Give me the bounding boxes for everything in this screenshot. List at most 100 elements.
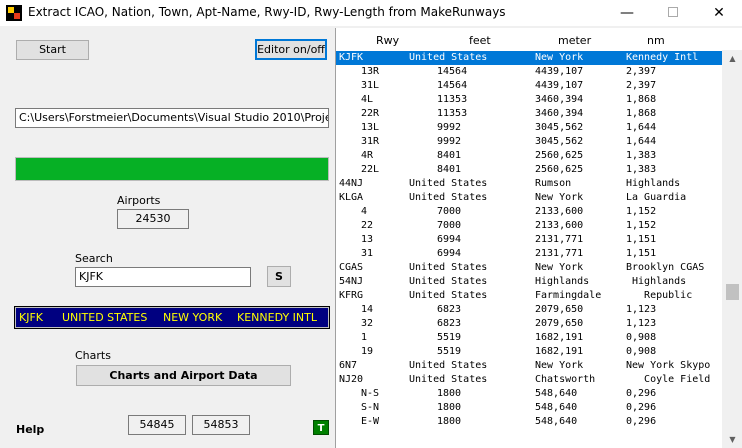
airports-label: Airports [117, 194, 161, 207]
airport-row[interactable]: KLGA United States New York La Guardia [336, 191, 722, 205]
runway-row[interactable]: 13L 9992 3045,562 1,644 [336, 121, 722, 135]
charts-button[interactable]: Charts and Airport Data [76, 365, 291, 386]
cell-meter: 2133,600 [535, 206, 584, 217]
scroll-up-icon[interactable]: ▲ [722, 50, 742, 67]
cell-icao: 6N7 [339, 360, 358, 371]
cell-meter: 3460,394 [535, 108, 584, 119]
cell-feet: 7000 [437, 206, 462, 217]
path-field[interactable]: C:\Users\Forstmeier\Documents\Visual Stu… [15, 108, 329, 128]
cell-nation: United States [409, 262, 488, 273]
cell-meter: 2131,771 [535, 234, 584, 245]
cell-feet: 6994 [437, 234, 462, 245]
runway-row[interactable]: 32 6823 2079,650 1,123 [336, 317, 722, 331]
cell-nm: 0,296 [626, 402, 657, 413]
cell-name: Republic [626, 290, 693, 301]
search-label: Search [75, 252, 113, 265]
runway-row[interactable]: 19 5519 1682,191 0,908 [336, 345, 722, 359]
cell-rwy: 4L [361, 94, 374, 105]
cell-rwy: 4R [361, 150, 374, 161]
runway-row[interactable]: 22R 11353 3460,394 1,868 [336, 107, 722, 121]
selected-name: KENNEDY INTL [237, 311, 317, 324]
runway-row[interactable]: 13R 14564 4439,107 2,397 [336, 65, 722, 79]
header-meter: meter [558, 34, 592, 47]
cell-meter: 548,640 [535, 402, 578, 413]
cell-nm: 1,152 [626, 206, 657, 217]
runway-row[interactable]: 22L 8401 2560,625 1,383 [336, 163, 722, 177]
cell-rwy: 22R [361, 108, 380, 119]
cell-town: New York [535, 262, 584, 273]
maximize-button[interactable] [650, 0, 696, 26]
minimize-button[interactable]: — [604, 0, 650, 26]
cell-rwy: 22L [361, 164, 380, 175]
cell-name: Brooklyn CGAS [626, 262, 705, 273]
runway-list[interactable]: KJFK United States New York Kennedy Intl 13R… [336, 50, 722, 448]
cell-nm: 2,397 [626, 66, 657, 77]
airport-row[interactable]: 54NJ United States Highlands Highlands [336, 275, 722, 289]
cell-icao: CGAS [339, 262, 364, 273]
cell-nation: United States [409, 52, 488, 63]
airport-row[interactable]: 6N7 United States New York New York Skypo [336, 359, 722, 373]
selected-nation: UNITED STATES [62, 311, 148, 324]
cell-meter: 548,640 [535, 416, 578, 427]
cell-nm: 1,151 [626, 234, 657, 245]
cell-town: Rumson [535, 178, 572, 189]
runway-row[interactable]: 4R 8401 2560,625 1,383 [336, 149, 722, 163]
runway-row[interactable]: 4L 11353 3460,394 1,868 [336, 93, 722, 107]
airport-row[interactable]: CGAS United States New York Brooklyn CGAS [336, 261, 722, 275]
cell-rwy: 14 [361, 304, 374, 315]
airport-row[interactable]: KFRG United States Farmingdale Republic [336, 289, 722, 303]
cell-town: New York [535, 360, 584, 371]
cell-feet: 14564 [437, 66, 468, 77]
cell-rwy: 13L [361, 122, 380, 133]
cell-nm: 2,397 [626, 80, 657, 91]
cell-nm: 1,151 [626, 248, 657, 259]
runway-row[interactable]: 31R 9992 3045,562 1,644 [336, 135, 722, 149]
selected-airport-bar: KJFK UNITED STATES NEW YORK KENNEDY INTL [14, 306, 330, 329]
selected-town: NEW YORK [163, 311, 223, 324]
runway-row[interactable]: N-S 1800 548,640 0,296 [336, 387, 722, 401]
runway-row[interactable]: 13 6994 2131,771 1,151 [336, 233, 722, 247]
runway-row[interactable]: 14 6823 2079,650 1,123 [336, 303, 722, 317]
close-button[interactable]: ✕ [696, 0, 742, 26]
cell-meter: 2560,625 [535, 150, 584, 161]
cell-meter: 4439,107 [535, 80, 584, 91]
runway-row[interactable]: 31L 14564 4439,107 2,397 [336, 79, 722, 93]
cell-feet: 9992 [437, 122, 462, 133]
scroll-down-icon[interactable]: ▼ [722, 431, 742, 448]
cell-feet: 1800 [437, 402, 462, 413]
runway-row[interactable]: 31 6994 2131,771 1,151 [336, 247, 722, 261]
start-button[interactable]: Start [16, 40, 89, 60]
cell-meter: 548,640 [535, 388, 578, 399]
cell-icao: KLGA [339, 192, 364, 203]
cell-name: La Guardia [626, 192, 687, 203]
counter-2: 54853 [192, 415, 250, 435]
runway-row[interactable]: 22 7000 2133,600 1,152 [336, 219, 722, 233]
search-button[interactable]: S [267, 266, 291, 287]
cell-rwy: 1 [361, 332, 368, 343]
runway-row[interactable]: E-W 1800 548,640 0,296 [336, 415, 722, 429]
editor-toggle-button[interactable]: Editor on/off [255, 39, 327, 60]
cell-town: New York [535, 52, 584, 63]
runway-row[interactable]: 1 5519 1682,191 0,908 [336, 331, 722, 345]
cell-nm: 1,152 [626, 220, 657, 231]
airport-row[interactable]: NJ20 United States Chatsworth Coyle Field [336, 373, 722, 387]
t-icon[interactable]: T [313, 420, 329, 435]
cell-meter: 1682,191 [535, 346, 584, 357]
runway-row[interactable]: S-N 1800 548,640 0,296 [336, 401, 722, 415]
cell-meter: 2079,650 [535, 304, 584, 315]
scroll-thumb[interactable] [726, 284, 739, 300]
runway-row[interactable]: 4 7000 2133,600 1,152 [336, 205, 722, 219]
airport-row[interactable]: 44NJ United States Rumson Highlands [336, 177, 722, 191]
progress-fill [16, 158, 328, 180]
cell-nation: United States [409, 276, 488, 287]
help-label[interactable]: Help [16, 423, 44, 436]
runway-grid: Rwy feet meter nm KJFK United States New Y… [335, 28, 742, 448]
search-input[interactable]: KJFK [75, 267, 251, 287]
cell-town: Highlands [535, 276, 590, 287]
vertical-scrollbar[interactable]: ▲ ▼ [722, 50, 742, 448]
cell-rwy: 31R [361, 136, 380, 147]
cell-meter: 2133,600 [535, 220, 584, 231]
cell-nation: United States [409, 192, 488, 203]
cell-nation: United States [409, 360, 488, 371]
airport-row[interactable]: KJFK United States New York Kennedy Intl [336, 51, 722, 65]
